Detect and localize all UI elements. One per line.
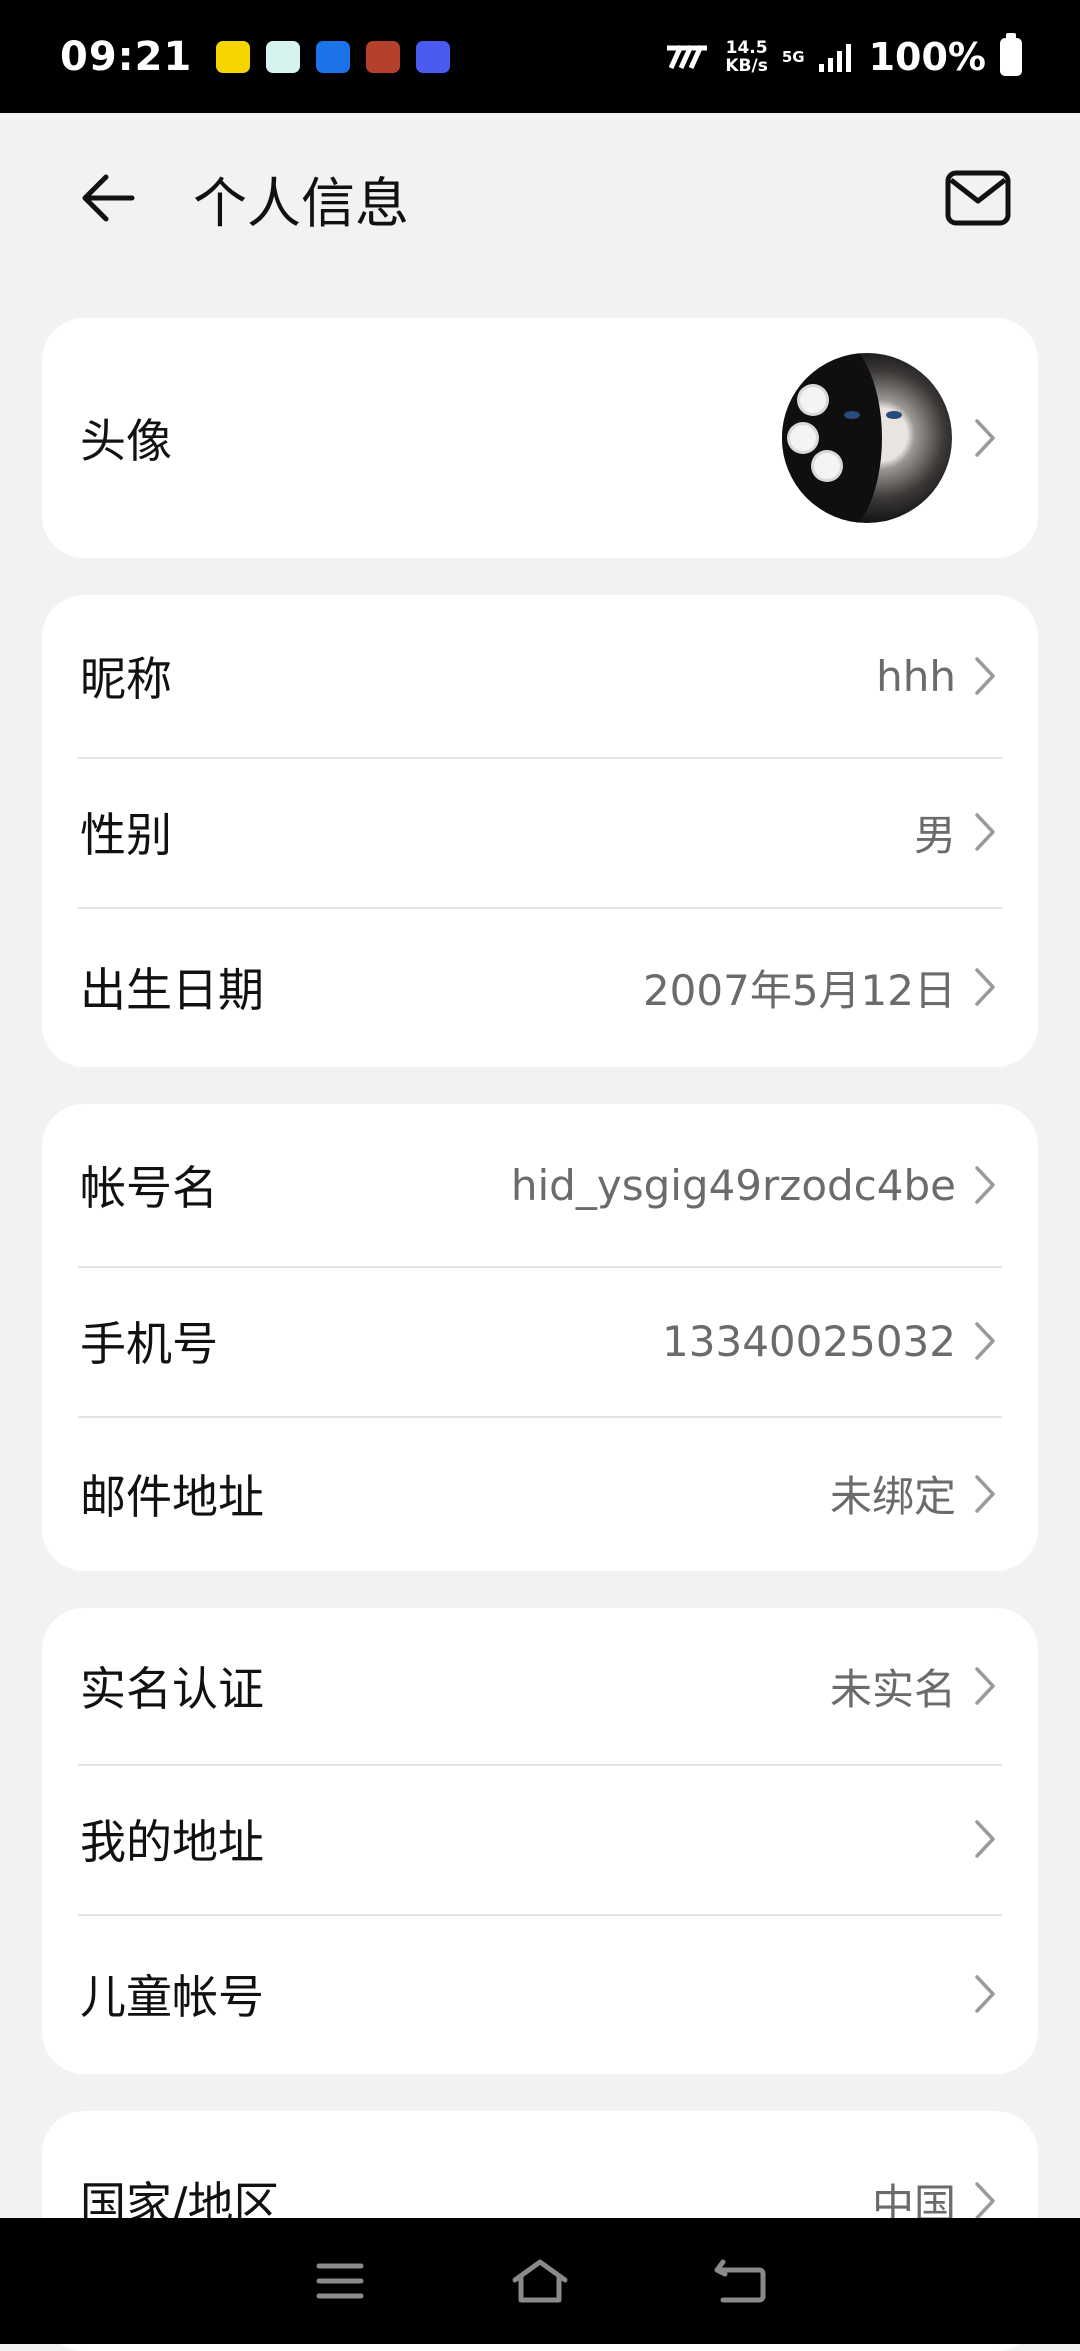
back-button[interactable] — [78, 168, 138, 228]
notification-app-icon-1 — [216, 40, 251, 73]
birthdate-row[interactable]: 出生日期 2007年5月12日 — [42, 907, 1038, 1067]
birthdate-label: 出生日期 — [80, 963, 264, 1017]
account-name-value: hid_ysgig49rzodc4be — [510, 1160, 956, 1210]
notification-app-icon-2 — [266, 40, 301, 73]
menu-icon — [316, 2263, 364, 2299]
avatar-eye — [886, 411, 902, 419]
account-name-row[interactable]: 帐号名 hid_ysgig49rzodc4be — [42, 1104, 1038, 1266]
birthdate-value: 2007年5月12日 — [642, 965, 956, 1015]
system-nav-bar — [0, 2218, 1080, 2344]
real-name-row[interactable]: 实名认证 未实名 — [42, 1608, 1038, 1764]
account-card: 帐号名 hid_ysgig49rzodc4be 手机号 13340025032 … — [42, 1104, 1038, 1571]
nickname-row[interactable]: 昵称 hhh — [42, 595, 1038, 757]
chevron-right-icon — [974, 1472, 998, 1516]
chevron-right-icon — [974, 1163, 998, 1207]
account-name-label: 帐号名 — [80, 1161, 218, 1215]
avatar-flower — [800, 387, 826, 413]
chevron-right-icon — [974, 1817, 998, 1861]
app-header: 个人信息 — [0, 113, 1080, 283]
chevron-right-icon — [974, 2179, 998, 2223]
net-speed-unit: KB/s — [725, 55, 768, 76]
phone-row[interactable]: 手机号 13340025032 — [42, 1266, 1038, 1416]
avatar — [782, 353, 952, 523]
chevron-right-icon — [974, 1319, 998, 1363]
nav-menu-button[interactable] — [310, 2256, 370, 2306]
my-address-label: 我的地址 — [80, 1815, 264, 1869]
gender-row[interactable]: 性别 男 — [42, 757, 1038, 907]
basic-info-card: 昵称 hhh 性别 男 出生日期 2007年5月12日 — [42, 595, 1038, 1067]
avatar-label: 头像 — [80, 414, 172, 468]
chevron-right-icon — [974, 810, 998, 854]
phone-label: 手机号 — [80, 1317, 218, 1371]
gender-label: 性别 — [80, 808, 172, 862]
notification-app-icon-4 — [366, 40, 401, 73]
battery-icon — [1000, 32, 1022, 76]
real-name-label: 实名认证 — [80, 1662, 264, 1716]
page-title: 个人信息 — [193, 171, 409, 235]
notification-upload-icon — [316, 40, 351, 73]
signal-icon — [818, 43, 851, 72]
child-account-row[interactable]: 儿童帐号 — [42, 1914, 1038, 2074]
nickname-label: 昵称 — [80, 652, 172, 706]
avatar-card: 头像 — [42, 318, 1038, 558]
notification-vivo-icon — [416, 40, 451, 73]
avatar-flower — [790, 425, 816, 451]
chevron-right-icon — [974, 965, 998, 1009]
child-account-label: 儿童帐号 — [80, 1970, 264, 2024]
network-type-label: 5G — [781, 47, 805, 66]
arrow-left-icon — [82, 174, 135, 222]
chevron-right-icon — [974, 654, 998, 698]
battery-percent: 100% — [868, 34, 986, 79]
avatar-flower — [814, 453, 840, 479]
gender-value: 男 — [913, 810, 956, 860]
status-right: 14.5 KB/s 5G 100% — [667, 32, 1022, 79]
my-address-row[interactable]: 我的地址 — [42, 1764, 1038, 1914]
hotspot-icon — [667, 44, 708, 69]
mail-button[interactable] — [944, 168, 1012, 228]
chevron-right-icon — [974, 1664, 998, 1708]
status-time: 09:21 — [60, 33, 193, 80]
status-left: 09:21 — [60, 33, 451, 80]
chevron-right-icon — [974, 416, 998, 460]
nav-back-button[interactable] — [710, 2256, 770, 2306]
phone-value: 13340025032 — [662, 1316, 956, 1366]
nickname-value: hhh — [876, 651, 956, 701]
home-icon — [512, 2259, 568, 2303]
email-value: 未绑定 — [829, 1472, 956, 1521]
identity-card: 实名认证 未实名 我的地址 儿童帐号 — [42, 1608, 1038, 2074]
chevron-right-icon — [974, 1972, 998, 2016]
status-bar: 09:21 14.5 KB/s 5G 100% — [0, 0, 1080, 113]
real-name-value: 未实名 — [829, 1664, 956, 1714]
return-icon — [714, 2259, 766, 2303]
network-type: 5G — [782, 49, 805, 65]
avatar-eye — [844, 411, 860, 419]
email-row[interactable]: 邮件地址 未绑定 — [42, 1416, 1038, 1571]
net-speed: 14.5 KB/s — [725, 39, 767, 75]
net-speed-value: 14.5 — [725, 37, 768, 58]
mail-icon — [945, 170, 1011, 226]
nav-home-button[interactable] — [510, 2256, 570, 2306]
avatar-row[interactable]: 头像 — [42, 318, 1038, 558]
email-label: 邮件地址 — [80, 1469, 264, 1524]
